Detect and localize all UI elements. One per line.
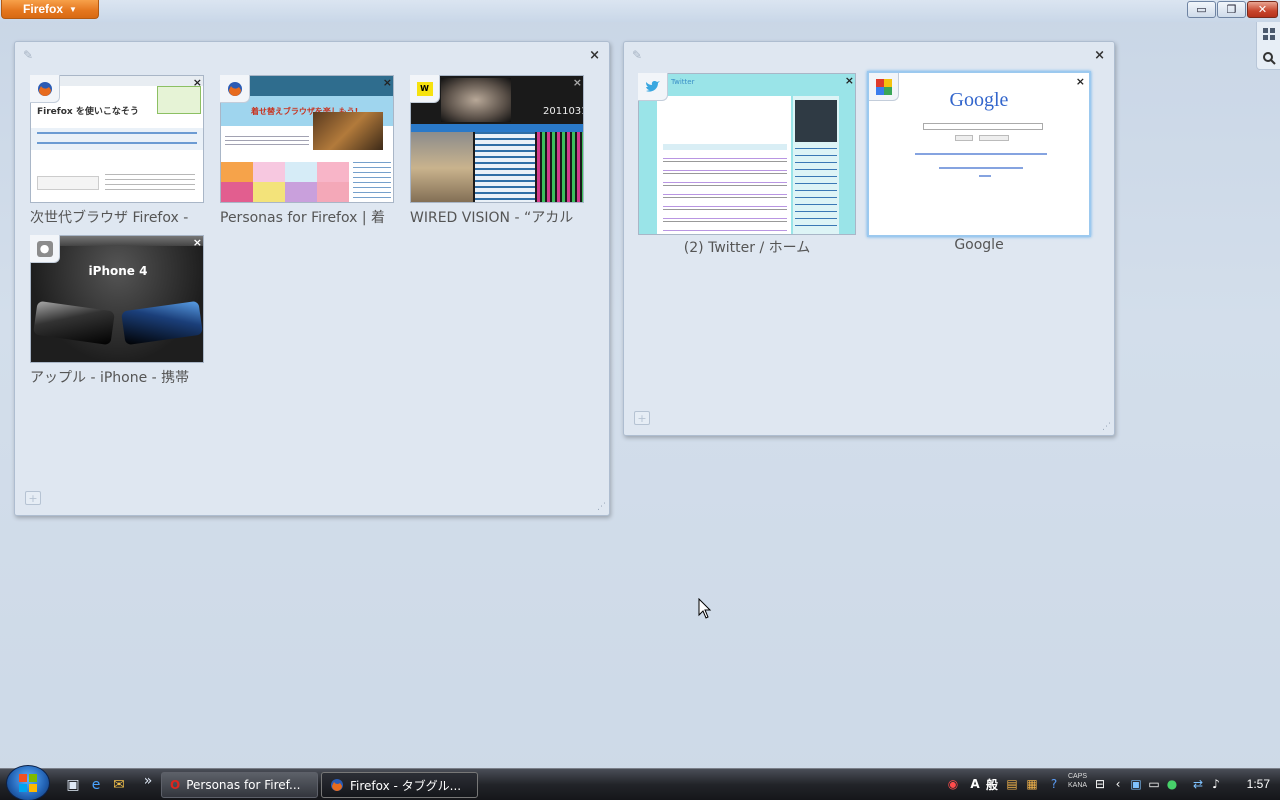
search-icon — [1263, 52, 1276, 65]
tab-group-1[interactable]: ✎ × Firefox を使いこなそう × 次世代ブラウザ Firefox - … — [14, 41, 610, 516]
internet-explorer-icon[interactable]: e — [86, 775, 106, 795]
search-tabs-button[interactable] — [1257, 46, 1280, 70]
show-desktop-icon[interactable]: ▣ — [63, 775, 83, 795]
ime-general-icon[interactable]: 般 — [984, 775, 1000, 793]
tab-item[interactable]: Firefox を使いこなそう × 次世代ブラウザ Firefox - — [30, 75, 204, 226]
pencil-icon[interactable]: ✎ — [23, 48, 33, 62]
close-tab-button[interactable]: × — [573, 76, 582, 89]
tab-title: アップル - iPhone - 携帯 — [30, 370, 190, 386]
taskbar: ▣ e ✉ » O Personas for Firef... Firefox … — [0, 765, 1280, 800]
thumb-heading: Firefox を使いこなそう — [37, 107, 139, 117]
display-icon[interactable]: ▣ — [1128, 775, 1144, 793]
tab-favicon — [220, 75, 250, 103]
tab-item[interactable]: 2011031 W × WIRED VISION - “アカル — [410, 75, 584, 226]
firefox-menu-button[interactable]: Firefox ▼ — [1, 0, 99, 19]
tab-item[interactable]: 着せ替えブラウザを楽しもう! × Personas for Firefox | … — [220, 75, 394, 226]
close-window-button[interactable]: ✕ — [1247, 1, 1278, 18]
thumb-heading: iPhone 4 — [88, 264, 148, 278]
tab-title: Personas for Firefox | 着 — [220, 210, 386, 226]
thumb-heading: Twitter — [671, 78, 695, 86]
taskbar-button-label: Firefox - タブグル... — [350, 778, 462, 793]
kana-label: KANA — [1068, 782, 1088, 789]
tab-title: 次世代ブラウザ Firefox - — [30, 210, 189, 226]
status-icon[interactable]: ● — [1164, 775, 1180, 793]
google-icon — [875, 78, 892, 95]
tab-favicon — [30, 75, 60, 103]
antivirus-icon[interactable]: ◉ — [945, 775, 961, 793]
title-bar: Firefox ▼ ▭ ❐ ✕ — [0, 0, 1280, 22]
mouse-cursor-icon — [698, 598, 712, 619]
tab-favicon — [869, 73, 899, 101]
thumb-heading: Google — [949, 89, 1009, 111]
minimize-icon: ▭ — [1196, 3, 1207, 16]
tab-thumbnail[interactable]: Twitter — [638, 73, 856, 235]
taskbar-button-personas[interactable]: O Personas for Firef... — [161, 772, 318, 798]
tab-favicon — [638, 73, 668, 101]
windows-logo-icon — [19, 774, 37, 792]
close-icon: ✕ — [1257, 3, 1268, 16]
tab-groups-icon — [1263, 28, 1275, 40]
firefox-icon — [331, 779, 343, 791]
close-tab-button[interactable]: × — [383, 76, 392, 89]
wired-icon: W — [416, 81, 433, 96]
resize-handle[interactable]: ⋰ — [1102, 423, 1111, 432]
start-button[interactable] — [6, 765, 50, 800]
close-tab-button[interactable]: × — [845, 74, 854, 87]
resize-handle[interactable]: ⋰ — [597, 503, 606, 512]
tab-title: WIRED VISION - “アカル — [410, 210, 574, 226]
close-tab-button[interactable]: × — [193, 236, 202, 249]
restore-icon: ❐ — [1226, 3, 1237, 16]
ime-tools-icon[interactable]: ▦ — [1024, 775, 1040, 793]
close-group-button[interactable]: × — [1094, 48, 1105, 63]
twitter-icon — [645, 80, 660, 92]
tab-title: Google — [954, 237, 1004, 253]
clock[interactable]: 1:57 — [1247, 777, 1270, 791]
new-tab-button[interactable]: + — [634, 411, 650, 425]
close-group-button[interactable]: × — [589, 48, 600, 63]
quicklaunch-overflow-icon[interactable]: » — [138, 771, 158, 791]
new-tab-button[interactable]: + — [25, 491, 41, 505]
thumb-heading: 2011031 — [543, 106, 584, 117]
firefox-icon — [227, 81, 242, 96]
minimize-button[interactable]: ▭ — [1187, 1, 1216, 18]
apple-icon: ● — [36, 240, 53, 257]
tab-item[interactable]: Twitter × (2) Twitter / ホーム — [638, 73, 856, 263]
tab-view-button[interactable] — [1257, 22, 1280, 46]
taskbar-button-label: Personas for Firef... — [186, 778, 301, 792]
help-icon[interactable]: ? — [1046, 775, 1062, 793]
pencil-icon[interactable]: ✎ — [632, 48, 642, 62]
ime-options-icon[interactable]: ⊟ — [1092, 775, 1108, 793]
chevron-down-icon: ▼ — [69, 4, 77, 14]
restore-button[interactable]: ❐ — [1217, 1, 1246, 18]
tab-favicon: ● — [30, 235, 60, 263]
close-tab-button[interactable]: × — [193, 76, 202, 89]
tab-thumbnail[interactable]: Google — [867, 71, 1091, 237]
network-icon[interactable]: ⇄ — [1190, 775, 1206, 793]
opera-icon: O — [170, 778, 181, 792]
tab-item[interactable]: iPhone 4 ● × アップル - iPhone - 携帯 — [30, 235, 204, 386]
monitor-icon[interactable]: ▭ — [1146, 775, 1162, 793]
firefox-menu-label: Firefox — [23, 2, 64, 16]
tab-group-2[interactable]: ✎ × Twitter × (2) Twitter / ホーム Google ×… — [623, 41, 1115, 436]
close-tab-button[interactable]: × — [1076, 75, 1085, 88]
taskbar-button-firefox[interactable]: Firefox - タブグル... — [321, 772, 478, 798]
caps-label: CAPS — [1068, 773, 1088, 780]
tab-view-tools — [1256, 22, 1280, 70]
tray-expand-icon[interactable]: ‹ — [1110, 775, 1126, 793]
tab-title: (2) Twitter / ホーム — [683, 240, 811, 256]
caps-kana-indicator: CAPS KANA — [1068, 772, 1087, 790]
firefox-icon — [37, 81, 52, 96]
ime-mode-icon[interactable]: A — [967, 775, 983, 793]
ime-dictionary-icon[interactable]: ▤ — [1004, 775, 1020, 793]
volume-icon[interactable]: ♪ — [1208, 775, 1224, 793]
mail-icon[interactable]: ✉ — [109, 775, 129, 795]
tab-item-selected[interactable]: Google × Google — [867, 71, 1091, 261]
tab-favicon: W — [410, 75, 440, 103]
